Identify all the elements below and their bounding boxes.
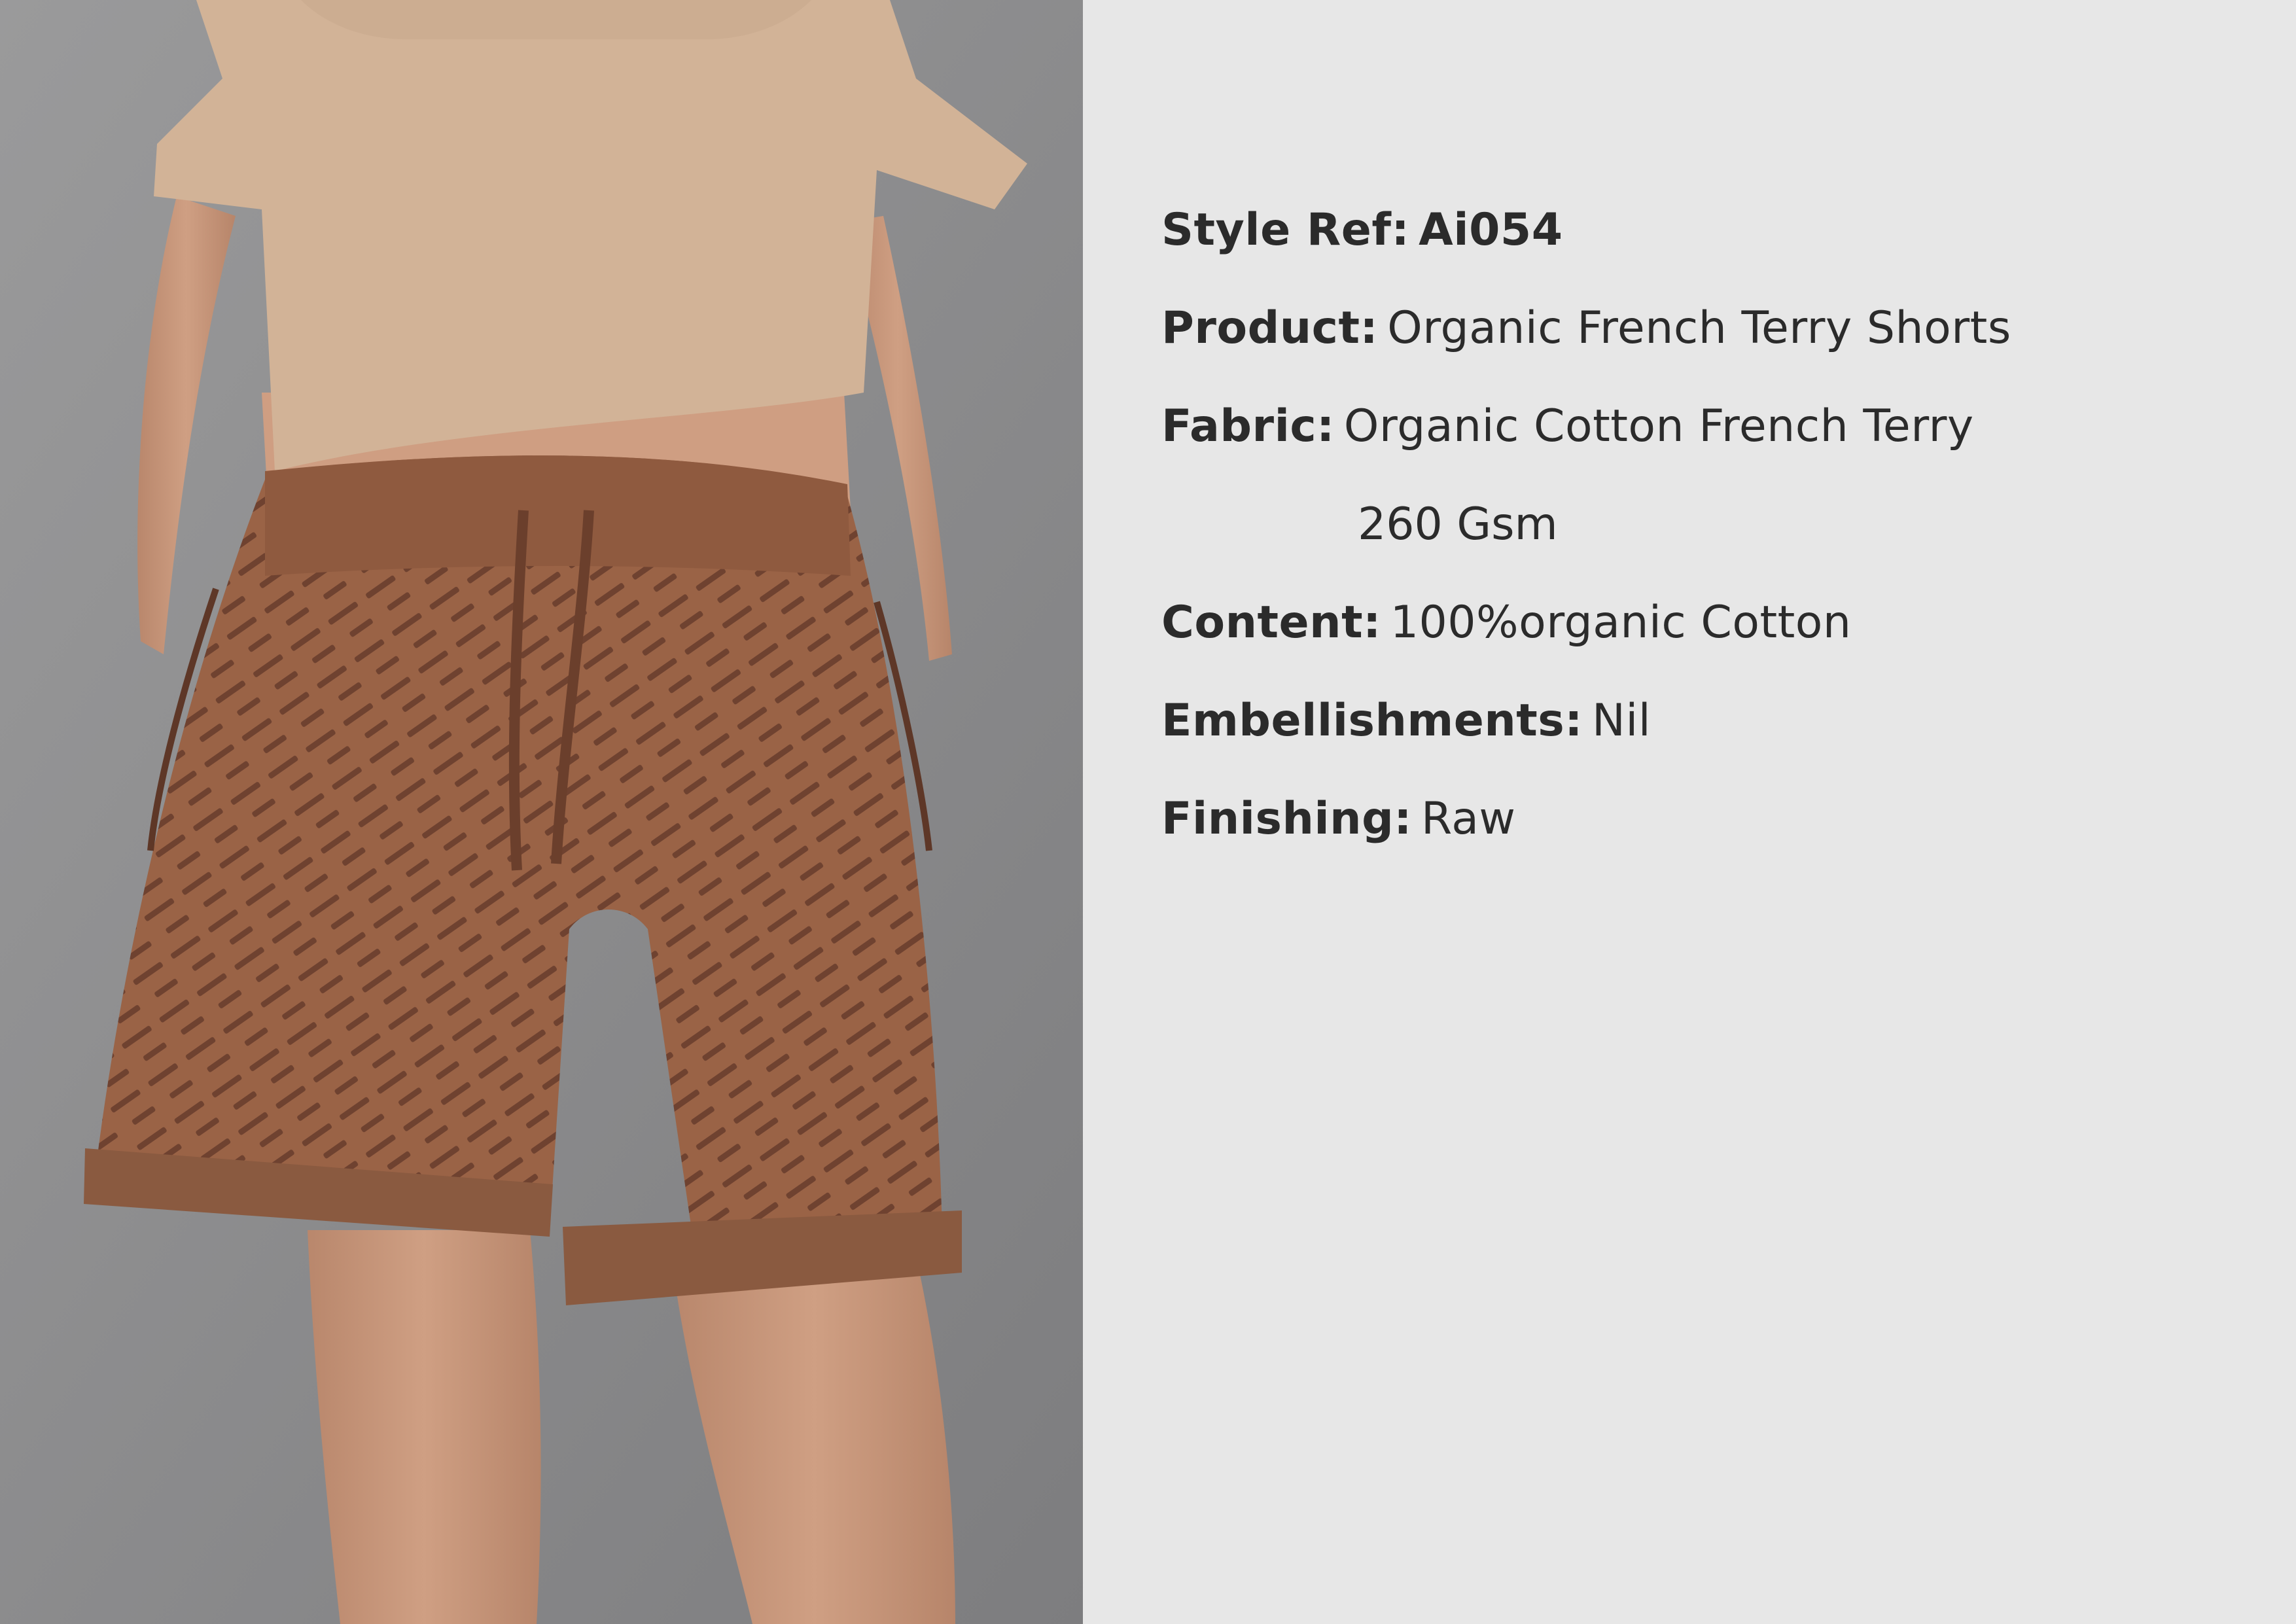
product-value: Organic French Terry Shorts bbox=[1387, 302, 2011, 354]
left-leg bbox=[308, 1230, 541, 1624]
fabric-value: Organic Cotton French Terry bbox=[1343, 400, 1974, 452]
product-line: Product: Organic French Terry Shorts bbox=[1161, 306, 2011, 351]
waistband bbox=[265, 455, 851, 576]
product-photo bbox=[0, 0, 1083, 1624]
model-illustration bbox=[0, 0, 1083, 1624]
fabric-label: Fabric: bbox=[1161, 400, 1335, 452]
finishing-value: Raw bbox=[1421, 793, 1516, 845]
style-ref-label: Style Ref: bbox=[1161, 204, 1410, 256]
embellishments-value: Nil bbox=[1591, 695, 1651, 747]
embellishments-label: Embellishments: bbox=[1161, 695, 1583, 747]
content-value: 100%organic Cotton bbox=[1390, 597, 1852, 648]
fabric-value-continued: 260 Gsm bbox=[1358, 499, 1558, 550]
content-label: Content: bbox=[1161, 597, 1381, 648]
finishing-line: Finishing: Raw bbox=[1161, 797, 1516, 841]
embellishments-line: Embellishments: Nil bbox=[1161, 699, 1651, 743]
finishing-label: Finishing: bbox=[1161, 793, 1412, 845]
style-ref-line: Style Ref: Ai054 bbox=[1161, 208, 1563, 253]
style-ref-value: Ai054 bbox=[1419, 204, 1563, 256]
spec-sheet: Style Ref: Ai054 Product: Organic French T… bbox=[1083, 0, 2296, 1624]
content-line: Content: 100%organic Cotton bbox=[1161, 601, 1851, 645]
fabric-line: Fabric: Organic Cotton French Terry bbox=[1161, 404, 1974, 449]
product-label: Product: bbox=[1161, 302, 1379, 354]
